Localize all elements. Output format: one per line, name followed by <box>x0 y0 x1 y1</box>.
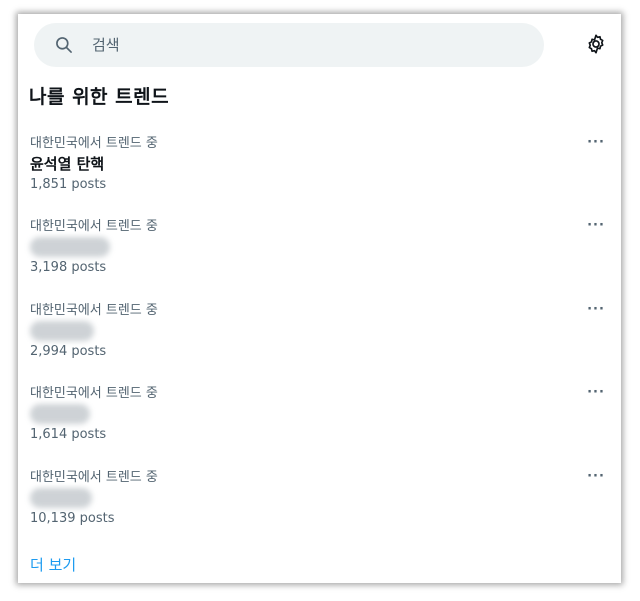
trend-context: 대한민국에서 트렌드 중 <box>30 136 158 151</box>
trend-name-blurred <box>30 237 110 257</box>
search-input[interactable] <box>92 23 512 67</box>
trend-item[interactable]: 대한민국에서 트렌드 중 2,994 posts ··· <box>18 299 621 383</box>
trend-name-blurred <box>30 488 92 508</box>
show-more-link[interactable]: 더 보기 <box>30 554 76 575</box>
search-icon <box>56 37 72 53</box>
trend-name-blurred <box>30 404 90 424</box>
more-horizontal-icon[interactable]: ··· <box>582 215 610 235</box>
trend-context: 대한민국에서 트렌드 중 <box>30 386 158 401</box>
more-horizontal-icon[interactable]: ··· <box>582 299 610 319</box>
trend-context: 대한민국에서 트렌드 중 <box>30 303 158 318</box>
trend-name-blurred <box>30 321 94 341</box>
search-box[interactable] <box>34 23 544 67</box>
more-horizontal-icon[interactable]: ··· <box>582 132 610 152</box>
trend-item[interactable]: 대한민국에서 트렌드 중 윤석열 탄핵 1,851 posts ··· <box>18 132 621 216</box>
trend-name: 윤석열 탄핵 <box>30 155 105 173</box>
trend-context: 대한민국에서 트렌드 중 <box>30 219 158 234</box>
more-horizontal-icon[interactable]: ··· <box>582 382 610 402</box>
section-title: 나를 위한 트렌드 <box>29 86 170 108</box>
more-horizontal-icon[interactable]: ··· <box>582 466 610 486</box>
trend-post-count: 1,851 posts <box>30 177 107 192</box>
gear-icon[interactable] <box>585 33 607 55</box>
trend-post-count: 2,994 posts <box>30 344 107 359</box>
trend-item[interactable]: 대한민국에서 트렌드 중 1,614 posts ··· <box>18 382 621 466</box>
trends-panel: 나를 위한 트렌드 대한민국에서 트렌드 중 윤석열 탄핵 1,851 post… <box>18 14 621 583</box>
trend-context: 대한민국에서 트렌드 중 <box>30 470 158 485</box>
trend-post-count: 10,139 posts <box>30 511 115 526</box>
trend-post-count: 1,614 posts <box>30 427 107 442</box>
trend-item[interactable]: 대한민국에서 트렌드 중 10,139 posts ··· <box>18 466 621 550</box>
trend-item[interactable]: 대한민국에서 트렌드 중 3,198 posts ··· <box>18 215 621 299</box>
trend-post-count: 3,198 posts <box>30 260 107 275</box>
search-bar-row <box>18 14 621 76</box>
